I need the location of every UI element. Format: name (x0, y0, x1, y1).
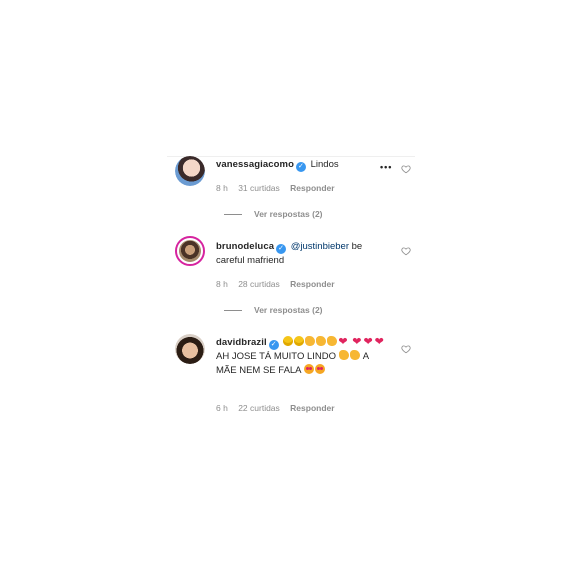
clapping-emoji (316, 336, 327, 346)
heart-eyes-emoji (314, 364, 325, 374)
view-replies-line (224, 214, 242, 216)
view-replies-line (224, 310, 242, 312)
verified-badge-icon: ✓ (295, 162, 306, 172)
comment-meta: 8 h 31 curtidas Responder (216, 183, 343, 193)
clapping-emoji (349, 350, 360, 360)
avatar[interactable] (175, 156, 205, 186)
laughing-emoji (294, 336, 305, 346)
red-heart-emoji: ❤ (374, 336, 384, 348)
clapping-emoji (305, 336, 316, 346)
mention-link[interactable]: @justinbieber (291, 241, 349, 252)
view-replies-label: Ver respostas (2) (254, 209, 323, 219)
comment-username[interactable]: brunodeluca (216, 241, 274, 252)
more-options-icon[interactable]: ••• (380, 162, 392, 172)
view-replies-label: Ver respostas (2) (254, 305, 323, 315)
red-heart-emoji: ❤ (352, 336, 362, 348)
comment-time: 8 h (216, 183, 228, 193)
comment-text: AH JOSE TÁ MUITO LINDO (216, 351, 337, 362)
verified-badge-icon: ✓ (268, 340, 279, 350)
reply-button[interactable]: Responder (290, 403, 334, 413)
like-heart-icon[interactable] (401, 164, 411, 174)
comment-body: davidbrazil ✓ ❤ ❤ ❤ ❤ AH JOSE TÁ MUITO LIND… (216, 336, 391, 378)
avatar[interactable] (175, 334, 205, 364)
comment-likes[interactable]: 28 curtidas (238, 279, 280, 289)
heart-eyes-emoji (303, 364, 314, 374)
comment-body: brunodeluca ✓ @justinbieber be careful ma… (216, 240, 391, 268)
comment-likes[interactable]: 31 curtidas (238, 183, 280, 193)
comment-likes[interactable]: 22 curtidas (238, 403, 280, 413)
avatar[interactable] (175, 236, 205, 266)
comment-meta: 6 h 22 curtidas Responder (216, 403, 343, 413)
comment-body: vanessagiacomo ✓ Lindos (216, 158, 391, 172)
like-heart-icon[interactable] (401, 246, 411, 256)
comment-time: 8 h (216, 279, 228, 289)
reply-button[interactable]: Responder (290, 183, 334, 193)
comment-username[interactable]: vanessagiacomo (216, 159, 294, 170)
comment-username[interactable]: davidbrazil (216, 337, 267, 348)
red-heart-emoji: ❤ (363, 336, 373, 348)
laughing-emoji (283, 336, 294, 346)
comment-time: 6 h (216, 403, 228, 413)
like-heart-icon[interactable] (401, 344, 411, 354)
comment-meta: 8 h 28 curtidas Responder (216, 279, 343, 289)
view-replies-button[interactable]: Ver respostas (2) (224, 209, 323, 219)
view-replies-button[interactable]: Ver respostas (2) (224, 305, 323, 315)
red-heart-emoji: ❤ (338, 336, 348, 348)
reply-button[interactable]: Responder (290, 279, 334, 289)
verified-badge-icon: ✓ (276, 244, 287, 254)
clapping-emoji (338, 350, 349, 360)
divider (167, 156, 415, 157)
clapping-emoji (327, 336, 338, 346)
comment-text: Lindos (310, 159, 339, 170)
